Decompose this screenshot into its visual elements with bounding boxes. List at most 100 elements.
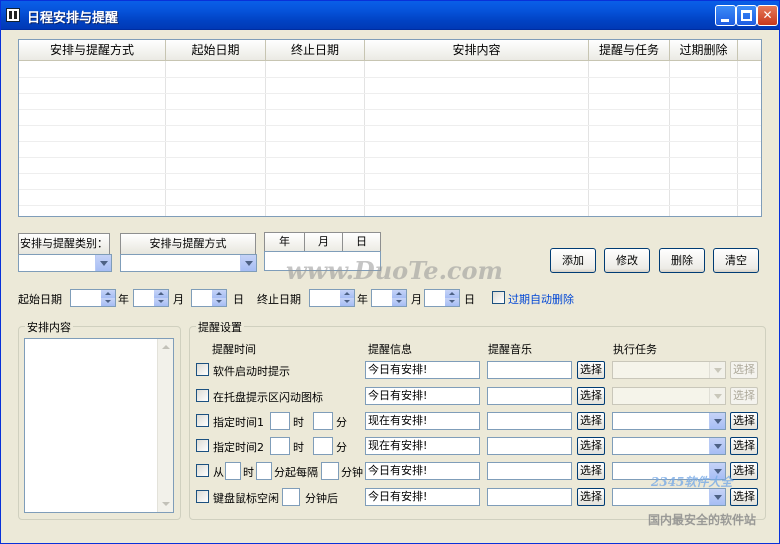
spin-down-icon[interactable] <box>340 298 354 306</box>
reminder-music-input-3[interactable] <box>487 412 572 430</box>
column-header-end-date[interactable]: 终止日期 <box>266 40 365 61</box>
task-select-3[interactable] <box>612 412 726 430</box>
interval-hour-input[interactable] <box>225 462 241 480</box>
spin-up-icon[interactable] <box>445 290 459 298</box>
music-select-button-4[interactable]: 选择 <box>577 437 605 455</box>
reminder-music-input-4[interactable] <box>487 437 572 455</box>
column-header-content[interactable]: 安排内容 <box>365 40 589 61</box>
close-button[interactable]: ✕ <box>757 5 778 26</box>
spin-down-icon[interactable] <box>154 298 168 306</box>
reminder-info-input-1[interactable]: 今日有安排! <box>365 361 480 379</box>
tray-flash-checkbox[interactable] <box>196 389 209 402</box>
start-year-spinner[interactable] <box>70 289 116 307</box>
col-execute-task: 执行任务 <box>613 343 657 356</box>
spin-up-icon[interactable] <box>154 290 168 298</box>
scroll-up-icon[interactable] <box>162 345 170 349</box>
task-select-6[interactable] <box>612 488 726 506</box>
spin-up-icon[interactable] <box>392 290 406 298</box>
end-year-spinner[interactable] <box>309 289 355 307</box>
scroll-down-icon[interactable] <box>162 502 170 506</box>
title-bar[interactable]: 日程安排与提醒 ✕ <box>1 1 779 30</box>
col-reminder-music: 提醒音乐 <box>488 343 532 356</box>
music-select-button-1[interactable]: 选择 <box>577 361 605 379</box>
task-select-button-4[interactable]: 选择 <box>730 437 758 455</box>
music-select-button-2[interactable]: 选择 <box>577 387 605 405</box>
maximize-icon <box>741 10 752 21</box>
spin-down-icon[interactable] <box>392 298 406 306</box>
schedule-list[interactable]: 安排与提醒方式 起始日期 终止日期 安排内容 提醒与任务 过期删除 <box>18 39 762 217</box>
spin-down-icon[interactable] <box>101 298 115 306</box>
task-select-button-6[interactable]: 选择 <box>730 488 758 506</box>
add-button[interactable]: 添加 <box>550 248 596 273</box>
start-year-unit: 年 <box>118 293 129 306</box>
minimize-button[interactable] <box>715 5 736 26</box>
reminder-music-input-6[interactable] <box>487 488 572 506</box>
start-month-spinner[interactable] <box>133 289 169 307</box>
task-select-button-5[interactable]: 选择 <box>730 462 758 480</box>
task-select-4[interactable] <box>612 437 726 455</box>
chevron-down-icon[interactable] <box>709 362 725 378</box>
spin-up-icon[interactable] <box>101 290 115 298</box>
time1-hour-input[interactable] <box>270 412 290 430</box>
mode-select[interactable] <box>120 254 257 272</box>
reminder-info-input-5[interactable]: 今日有安排! <box>365 462 480 480</box>
content-textarea[interactable] <box>24 338 174 513</box>
music-select-button-3[interactable]: 选择 <box>577 412 605 430</box>
interval-checkbox[interactable] <box>196 464 209 477</box>
auto-delete-label[interactable]: 过期自动删除 <box>508 291 574 307</box>
end-day-spinner[interactable] <box>424 289 460 307</box>
scrollbar[interactable] <box>157 339 173 512</box>
end-month-spinner[interactable] <box>371 289 407 307</box>
column-header-mode[interactable]: 安排与提醒方式 <box>19 40 166 61</box>
spin-down-icon[interactable] <box>445 298 459 306</box>
auto-delete-checkbox[interactable] <box>492 291 505 304</box>
task-select-button-2[interactable]: 选择 <box>730 387 758 405</box>
chevron-down-icon[interactable] <box>709 413 725 429</box>
time1-minute-input[interactable] <box>313 412 333 430</box>
interval-minute-input[interactable] <box>256 462 272 480</box>
task-select-1[interactable] <box>612 361 726 379</box>
task-select-button-3[interactable]: 选择 <box>730 412 758 430</box>
clear-button[interactable]: 清空 <box>713 248 759 273</box>
reminder-music-input-2[interactable] <box>487 387 572 405</box>
chevron-down-icon[interactable] <box>709 489 725 505</box>
task-select-button-1[interactable]: 选择 <box>730 361 758 379</box>
category-select[interactable] <box>18 254 112 272</box>
idle-minutes-input[interactable] <box>282 488 300 506</box>
startup-reminder-label: 软件启动时提示 <box>213 365 290 378</box>
chevron-down-icon[interactable] <box>709 388 725 404</box>
reminder-music-input-1[interactable] <box>487 361 572 379</box>
modify-button[interactable]: 修改 <box>604 248 650 273</box>
category-label: 安排与提醒类别： <box>18 233 110 255</box>
reminder-music-input-5[interactable] <box>487 462 572 480</box>
reminder-info-input-6[interactable]: 今日有安排! <box>365 488 480 506</box>
time1-hour-unit: 时 <box>293 416 304 429</box>
delete-button[interactable]: 删除 <box>659 248 705 273</box>
spin-up-icon[interactable] <box>340 290 354 298</box>
time2-hour-input[interactable] <box>270 437 290 455</box>
time2-minute-input[interactable] <box>313 437 333 455</box>
idle-checkbox[interactable] <box>196 490 209 503</box>
maximize-button[interactable] <box>736 5 757 26</box>
interval-every-input[interactable] <box>321 462 339 480</box>
time1-checkbox[interactable] <box>196 414 209 427</box>
column-header-start-date[interactable]: 起始日期 <box>166 40 266 61</box>
reminder-info-input-3[interactable]: 现在有安排! <box>365 412 480 430</box>
reminder-info-input-2[interactable]: 今日有安排! <box>365 387 480 405</box>
startup-reminder-checkbox[interactable] <box>196 363 209 376</box>
main-window: 日程安排与提醒 ✕ 安排与提醒方式 起始日期 终止日期 安排内容 提醒与任务 过… <box>0 0 780 544</box>
column-header-task[interactable]: 提醒与任务 <box>589 40 670 61</box>
spin-down-icon[interactable] <box>212 298 226 306</box>
time2-checkbox[interactable] <box>196 439 209 452</box>
column-header-expire-delete[interactable]: 过期删除 <box>670 40 738 61</box>
chevron-down-icon[interactable] <box>95 255 111 271</box>
start-day-spinner[interactable] <box>191 289 227 307</box>
task-select-2[interactable] <box>612 387 726 405</box>
music-select-button-5[interactable]: 选择 <box>577 462 605 480</box>
mode-label: 安排与提醒方式 <box>120 233 256 255</box>
chevron-down-icon[interactable] <box>240 255 256 271</box>
chevron-down-icon[interactable] <box>709 438 725 454</box>
reminder-info-input-4[interactable]: 现在有安排! <box>365 437 480 455</box>
spin-up-icon[interactable] <box>212 290 226 298</box>
music-select-button-6[interactable]: 选择 <box>577 488 605 506</box>
